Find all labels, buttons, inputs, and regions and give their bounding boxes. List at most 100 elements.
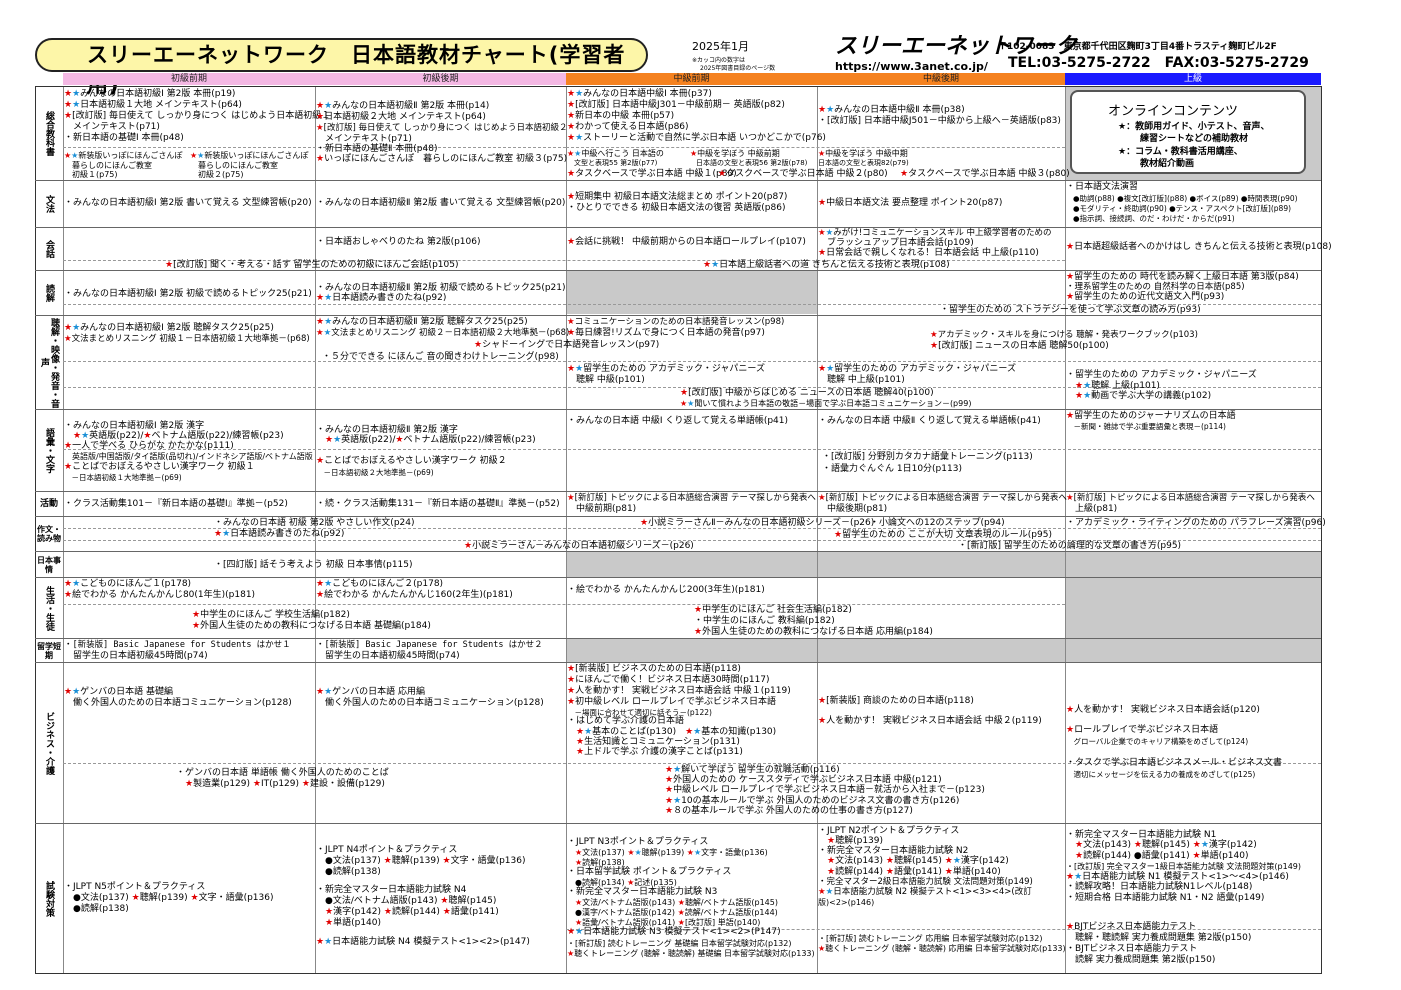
book-entry: ★わかって使える日本語(p86) — [567, 122, 689, 132]
book-entry: ・続・クラス活動集131－『新日本語の基礎Ⅱ』準拠－(p52) — [316, 499, 560, 509]
grid-line — [35, 577, 1321, 578]
category-katsudo: 活動 — [39, 499, 58, 509]
book-entry: ★★みんなの日本語初級Ⅰ 第2版 本冊(p19) — [64, 89, 236, 99]
book-entry: 留学生の日本語初級45時間(p74) — [64, 651, 208, 661]
book-entry: 日本語の文型と表現56 第2版(p78) — [696, 159, 808, 167]
book-entry: 初級２(p75) — [190, 170, 244, 179]
book-entry: 上級(p81) — [1066, 504, 1118, 514]
book-entry: ★★みんなの日本語初級Ⅱ 第2版 本冊(p14) — [316, 101, 490, 111]
book-entry: ★★ゲンバの日本語 基礎編 — [64, 687, 174, 697]
book-entry: ★小説ミラーさん－みんなの日本語初級シリーズ－(p26) — [464, 541, 694, 551]
book-entry: ★★みんなの日本語初級Ⅰ 第2版 聴解タスク25(p25) — [64, 323, 274, 333]
grid-line — [35, 227, 1321, 228]
grid-line — [35, 86, 1321, 87]
book-entry: ★中学生のにほんご 社会生活編(p182) — [694, 605, 852, 615]
book-entry: ★★日本語上級話者への道 きちんと伝える技術と表現(p108) — [703, 260, 950, 270]
book-entry: ★小説ミラーさんⅡ－みんなの日本語初級シリーズ－(p26) — [640, 518, 875, 528]
book-entry: ★★ゲンバの日本語 応用編 — [316, 687, 426, 697]
book-entry: 働く外国人のための日本語コミュニケーション(p128) — [64, 698, 292, 708]
book-entry: ★タスクベースで学ぶ日本語 中級１(p80) — [567, 169, 737, 179]
book-entry: ・小論文への12のステップ(p94) — [870, 518, 1005, 528]
category-shiken: 試験対策 — [44, 880, 54, 917]
book-entry: ★漢字(p142) ★読解(p144) ★語彙(p141) — [325, 907, 499, 917]
book-entry: ●読解(p138) — [64, 904, 129, 914]
book-entry: ★[改訂版] 聞く・考える・話す 留学生のための初級にほんご会話(p105) — [165, 260, 459, 270]
book-entry: ★短期集中 初級日本語文法総まとめ ポイント20(p87) — [567, 192, 788, 202]
category-goi: 語彙・文字 — [44, 428, 54, 473]
online-legend-blue-2: 教材紹介動画 — [1140, 159, 1195, 169]
book-entry: ★いっぽにほんごさんぽ 暮らしのにほんご教室 初級３(p75) — [316, 154, 568, 164]
book-entry: ・はじめて学ぶ介護の日本語 — [567, 716, 685, 726]
book-entry: 中級前期(p81) — [567, 504, 637, 514]
book-entry: ・語彙力ぐんぐん 1日10分(p113) — [822, 464, 962, 474]
book-entry: ★[新装版] 商談のための日本語(p118) — [818, 696, 974, 706]
website-url[interactable]: https://www.3anet.co.jp/ — [835, 60, 988, 73]
category-choukai: 聴解・映像・発音・音声 — [39, 317, 59, 408]
book-entry: 日本語の文型と表現82(p79) — [818, 159, 909, 167]
book-entry: ★製造業(p129) ★IT(p129) ★建設・設備(p129) — [185, 779, 385, 789]
grid-line — [35, 409, 1321, 410]
divider — [63, 147, 566, 148]
book-entry: ・新日本語の基礎Ⅰ 本冊(p48) — [64, 133, 184, 143]
online-legend-blue: ★：コラム・教科書活用講座、 — [1118, 147, 1243, 157]
online-legend-red: ★：教師用ガイド、小テスト、音声、 — [1118, 122, 1270, 132]
book-entry: ★[改訂版] 毎日使えて しっかり身につく はじめよう日本語初級１ — [64, 111, 331, 121]
category-ryugaku: 留学短期 — [37, 641, 61, 660]
book-entry: ★★留学生のための アカデミック・ジャパニーズ — [818, 364, 1016, 374]
book-entry: ★文法まとめリスニング 初級１－日本語初級１大地準拠－(p68) — [64, 334, 310, 344]
book-entry: 英語版/中国語版/タイ語版(品切れ)/インドネシア語版/ベトナム語版 — [64, 452, 313, 461]
category-jijou: 日本事情 — [37, 555, 61, 574]
book-entry: ・[改訂版] 完全マスター1級日本語能力試験 文法問題対策(p149) — [1066, 862, 1302, 871]
category-bunpo: 文法 — [44, 195, 54, 213]
book-entry: ★ロールプレイで学ぶビジネス日本語 — [1066, 725, 1219, 735]
book-entry: 中級後期(p81) — [818, 504, 888, 514]
book-entry: ★[改訂版] 日本語中級J301－中級前期－ 英語版(p82) — [567, 100, 785, 110]
book-entry: 留学生の日本語初級45時間(p74) — [316, 651, 460, 661]
book-entry: グローバル企業でのキャリア構築をめざして(p124) — [1066, 737, 1249, 746]
grid-line — [35, 516, 1321, 517]
book-entry: ★[改訂版] 毎日使えて しっかり身につく はじめよう日本語初級２ — [316, 123, 568, 133]
book-entry: ●文法/ベトナム語版(p143) ★聴解(p145) — [316, 896, 497, 906]
book-entry: ★絵でわかる かんたんかんじ80(1年生)(p181) — [64, 590, 256, 600]
book-entry: ・タスクで学ぶ日本語ビジネスメール・ビジネス文書 — [1066, 758, 1283, 768]
book-entry: ★★日本語読み書きのたね(p92) — [214, 529, 345, 539]
book-entry: ・[新装版] Basic Japanese for Students はかせ１ — [64, 640, 291, 650]
book-entry: 読解 実力養成問題集 第2版(p150) — [1066, 955, 1216, 965]
book-entry: ★★みんなの日本語中級Ⅰ 本冊(p37) — [567, 89, 712, 99]
book-entry: ★文法(p143) ★聴解(p145) ★★漢字(p142) — [827, 856, 1009, 866]
category-dokkai: 読解 — [44, 284, 54, 302]
book-entry: 初級１(p75) — [64, 170, 118, 179]
book-entry: ・絵でわかる かんたんかんじ200(3年生)(p181) — [567, 585, 765, 595]
book-entry: ★ことばでおぼえるやさしい漢字ワーク 初級２ — [316, 456, 507, 466]
grid-line — [35, 638, 1321, 639]
book-entry: ★留学生のための近代文語文入門(p93) — [1066, 292, 1225, 302]
book-entry: ★★聞いて慣れよう日本語の敬語－場面で学ぶ日本語コミュニケーション－(p99) — [680, 399, 972, 408]
tel-fax: TEL:03-5275-2722 FAX:03-5275-2729 — [1008, 55, 1309, 71]
book-entry: ・アカデミック・ライティングのための パラフレーズ演習(p96) — [1066, 518, 1326, 528]
book-entry: ★人を動かす！ 実戦ビジネス日本語会話 中級１(p119) — [567, 686, 791, 696]
book-entry: ・日本語文法演習 — [1066, 182, 1139, 192]
chart-title: スリーエーネットワーク 日本語教材チャート(学習者用) — [35, 38, 648, 97]
empty-cell — [566, 271, 817, 314]
book-entry: ・みんなの日本語初級Ⅰ 第2版 初級で読めるトピック25(p21) — [64, 289, 312, 299]
book-entry: ●文法(p137) ★聴解(p139) ★文字・語彙(p136) — [316, 856, 526, 866]
book-entry: ・新完全マスター日本語能力試験 N4 — [316, 885, 467, 895]
category-business: ビジネス・介護 — [44, 711, 54, 775]
book-entry: ・みんなの日本語 初級 第2版 やさしい作文(p24) — [214, 518, 415, 528]
empty-cell — [1065, 578, 1321, 638]
book-entry: ★★文法まとめリスニング 初級２－日本語初級２大地準拠－(p68) — [316, 328, 570, 338]
empty-cell — [566, 639, 1321, 662]
book-entry: ★アカデミック・スキルを身につける 聴解・発表ワークブック(p103) — [930, 330, 1198, 340]
book-entry: ★シャドーイングで日本語発音レッスン(p97) — [474, 340, 660, 350]
grid-line — [35, 823, 1321, 824]
book-entry: －日本語初級１大地準拠－(p69) — [64, 473, 182, 482]
book-entry: ・みんなの日本語 中級Ⅱ くり返して覚える単語帳(p41) — [818, 416, 1041, 426]
book-entry: ★人を動かす！ 実戦ビジネス日本語会話 中級２(p119) — [818, 716, 1042, 726]
book-entry: ・５分でできる にほんご 音の聞きわけトレーニング(p98) — [322, 352, 559, 362]
book-entry: ・短期合格 日本語能力試験 N1・N2 語彙(p149) — [1066, 893, 1265, 903]
grid-line — [35, 662, 1321, 663]
book-entry: ★★日本語能力試験 N4 模擬テスト<1><2>(p147) — [316, 937, 530, 947]
book-entry: ・ひとりでできる 初級日本語文法の復習 英語版(p86) — [567, 203, 786, 213]
grid-line — [35, 973, 1321, 974]
category-sogo: 総合教科書 — [44, 111, 54, 156]
